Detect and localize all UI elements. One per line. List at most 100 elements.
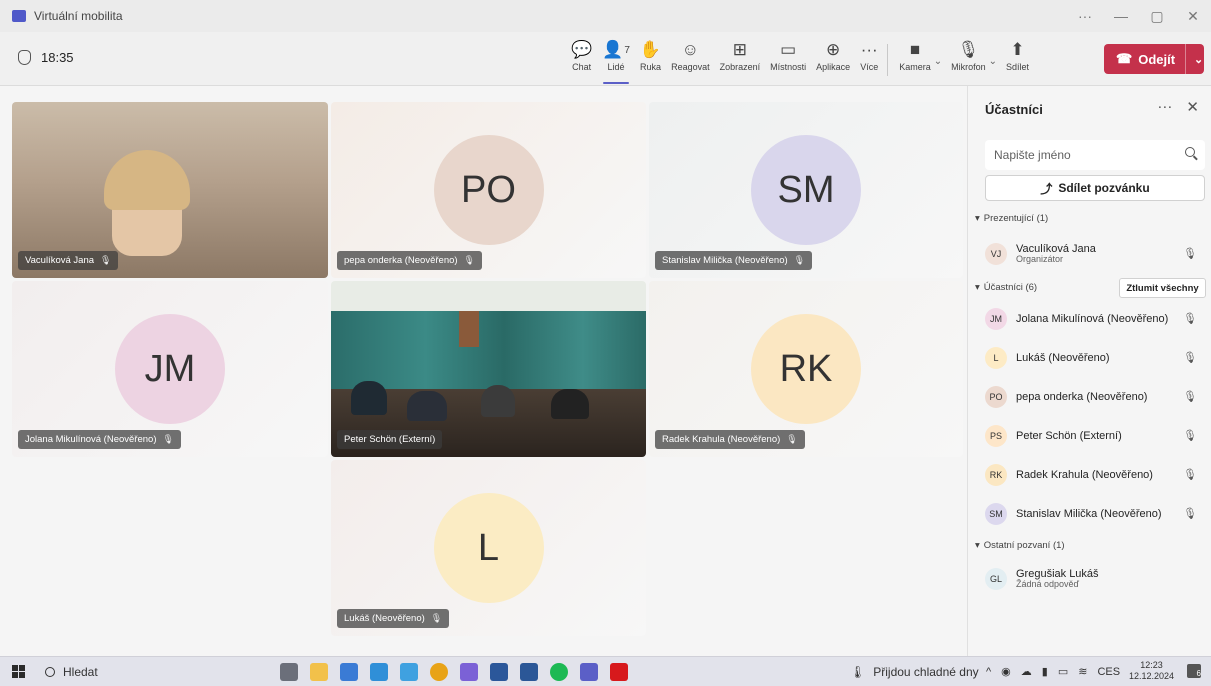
participant-row[interactable]: L Lukáš (Neověřeno) 🎙 [985, 343, 1205, 373]
people-button[interactable]: 👤 7 Lidé [597, 38, 635, 84]
participant-row[interactable]: RK Radek Krahula (Neověřeno) 🎙 [985, 460, 1205, 490]
video-tile[interactable]: PO pepa onderka (Neověřeno) 🎙 [331, 102, 646, 278]
participant-avatar: SM [985, 503, 1007, 525]
video-tile[interactable]: Peter Schön (Externí) [331, 281, 646, 457]
mail-icon[interactable] [490, 663, 508, 681]
participant-name: Stanislav Milička (Neověřeno) [1016, 507, 1162, 520]
mic-icon[interactable]: ▮ [1042, 665, 1048, 678]
network-icon[interactable]: ◉ [1001, 665, 1011, 678]
picture-shape [459, 311, 479, 347]
mute-all-button[interactable]: Ztlumit všechny [1119, 278, 1206, 298]
battery-icon[interactable]: ▭ [1058, 665, 1068, 678]
grid-icon: ⊞ [732, 40, 747, 59]
presenters-section-header[interactable]: ▾ Prezentující (1) [975, 213, 1048, 224]
mic-button[interactable]: 🎙 Mikrofon [946, 38, 991, 82]
outlook-icon[interactable] [370, 663, 388, 681]
clock-time: 12:23 [1140, 660, 1163, 670]
video-tile[interactable]: L Lukáš (Neověřeno) 🎙 [331, 460, 646, 636]
tile-name-label: Peter Schön (Externí) [337, 430, 443, 449]
share-invite-button[interactable]: ⤴ Sdílet pozvánku [985, 175, 1205, 201]
mic-label: Mikrofon [951, 62, 986, 72]
share-label: Sdílet [1006, 62, 1030, 72]
hand-icon: ✋ [639, 40, 662, 59]
app-icon[interactable] [460, 663, 478, 681]
people-label: Lidé [607, 62, 625, 72]
participant-avatar: PO [433, 135, 544, 245]
participant-row[interactable]: VJ Vaculíková Jana Organizátor 🎙 [985, 239, 1205, 269]
onedrive-icon[interactable]: ☁ [1021, 665, 1032, 678]
share-button[interactable]: ⬆ Sdílet [1001, 38, 1034, 82]
participant-row[interactable]: GL Gregušiak Lukáš Žádná odpověď [985, 564, 1205, 594]
chat-icon: 💬 [571, 40, 593, 59]
more-button[interactable]: ··· Více [855, 38, 883, 82]
participants-panel: Účastníci ··· ✕ Napište jméno ⤴ Sdílet p… [967, 86, 1211, 656]
apps-button[interactable]: ⊕ Aplikace [811, 38, 855, 82]
wifi-icon[interactable]: ≋ [1078, 665, 1087, 678]
store-icon[interactable] [340, 663, 358, 681]
collapse-caret-icon: ▾ [975, 213, 980, 224]
file-explorer-icon[interactable] [310, 663, 328, 681]
participant-name: Jolana Mikulínová (Neověřeno) [1016, 312, 1169, 325]
taskbar-search[interactable]: Hledat [45, 665, 98, 679]
people-icon: 👤 7 [602, 40, 630, 59]
react-button[interactable]: ☺ Reagovat [666, 38, 715, 82]
participant-search-input[interactable]: Napište jméno [985, 140, 1205, 170]
participant-avatar: JM [985, 308, 1007, 330]
leave-button[interactable]: ☎ Odejít ⌄ [1104, 44, 1204, 74]
rooms-label: Místnosti [770, 62, 807, 72]
camera-label: Kamera [899, 62, 931, 72]
weather-widget[interactable]: 🌡 Přijdou chladné dny [850, 665, 979, 679]
react-label: Reagovat [671, 62, 710, 72]
chat-button[interactable]: 💬 Chat [566, 38, 597, 82]
participant-row[interactable]: PS Peter Schön (Externí) 🎙 [985, 421, 1205, 451]
leave-options-chevron-icon[interactable]: ⌄ [1194, 53, 1203, 66]
video-tile[interactable]: JM Jolana Mikulínová (Neověřeno) 🎙 [12, 281, 328, 457]
others-section-header[interactable]: ▾ Ostatní pozvaní (1) [975, 540, 1065, 551]
tile-name-label: pepa onderka (Neověřeno) 🎙 [337, 251, 482, 270]
people-count: 7 [624, 44, 630, 56]
notification-icon[interactable]: 6 [1187, 664, 1201, 678]
timer-text: 18:35 [41, 50, 74, 65]
window-minimize-button[interactable]: — [1103, 0, 1139, 32]
window-more-button[interactable]: ··· [1067, 0, 1103, 32]
video-tile[interactable]: SM Stanislav Milička (Neověřeno) 🎙 [649, 102, 963, 278]
taskbar-clock[interactable]: 12:23 12.12.2024 [1129, 660, 1174, 682]
raise-hand-button[interactable]: ✋ Ruka [635, 38, 666, 82]
window-restore-button[interactable]: ▢ [1139, 0, 1175, 32]
panel-close-icon[interactable]: ✕ [1186, 98, 1199, 116]
tile-name-label: Lukáš (Neověřeno) 🎙 [337, 609, 450, 628]
app-icon[interactable] [400, 663, 418, 681]
panel-more-icon[interactable]: ··· [1157, 98, 1172, 116]
window-close-button[interactable]: ✕ [1175, 0, 1211, 32]
mic-muted-icon: 🎙 [1183, 508, 1197, 520]
taskbar: Hledat 🌡 Přijdou chladné dny ^ ◉ ☁ ▮ ▭ ≋… [0, 656, 1211, 686]
mic-muted-icon: 🎙 [1183, 469, 1197, 481]
camera-button[interactable]: ■ Kamera [894, 38, 936, 82]
participant-row[interactable]: JM Jolana Mikulínová (Neověřeno) 🎙 [985, 304, 1205, 334]
teams-icon[interactable] [580, 663, 598, 681]
spotify-icon[interactable] [550, 663, 568, 681]
participant-row[interactable]: SM Stanislav Milička (Neověřeno) 🎙 [985, 499, 1205, 529]
mic-muted-icon: 🎙 [463, 255, 475, 265]
teams-logo-icon [12, 10, 26, 22]
share-invite-label: Sdílet pozvánku [1058, 181, 1150, 195]
video-tile[interactable]: Vaculíková Jana 🎙 [12, 102, 328, 278]
windows-start-icon[interactable] [12, 665, 25, 678]
participant-avatar: L [985, 347, 1007, 369]
language-indicator[interactable]: CES [1097, 666, 1120, 678]
meeting-timer: 18:35 [18, 50, 74, 65]
video-stage: Vaculíková Jana 🎙 PO pepa onderka (Neověř… [0, 86, 966, 656]
attendees-section-header[interactable]: ▾ Účastníci (6) [975, 282, 1037, 293]
leave-label: Odejít [1138, 51, 1176, 67]
view-button[interactable]: ⊞ Zobrazení [715, 38, 766, 82]
chrome-icon[interactable] [430, 663, 448, 681]
video-tile[interactable]: RK Radek Krahula (Neověřeno) 🎙 [649, 281, 963, 457]
word-icon[interactable] [520, 663, 538, 681]
acrobat-icon[interactable] [610, 663, 628, 681]
chevron-up-icon[interactable]: ^ [986, 666, 991, 678]
rooms-button[interactable]: ▭ Místnosti [765, 38, 811, 82]
toolbar-divider [887, 44, 889, 76]
mic-muted-icon: 🎙 [1183, 391, 1197, 403]
participant-row[interactable]: PO pepa onderka (Neověřeno) 🎙 [985, 382, 1205, 412]
task-view-icon[interactable] [280, 663, 298, 681]
